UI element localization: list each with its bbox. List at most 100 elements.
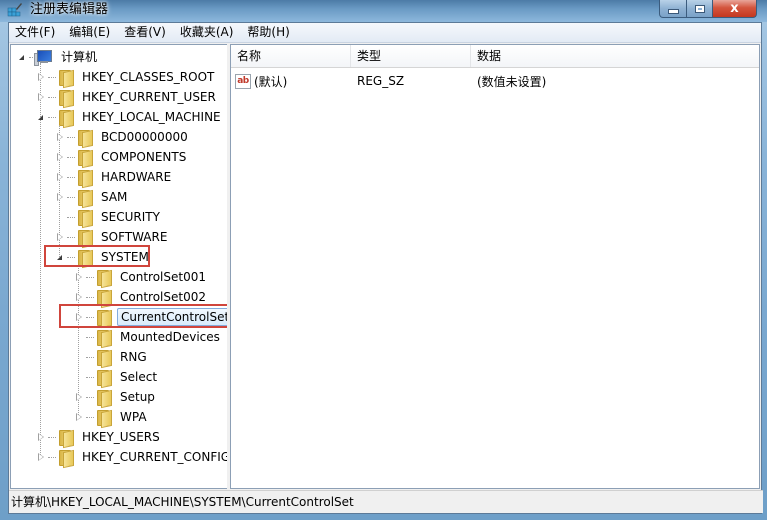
menu-help[interactable]: 帮助(H) [240, 23, 296, 42]
folder-icon [95, 269, 112, 289]
collapsed-arrow-icon [75, 412, 82, 422]
tree-connector [86, 416, 94, 418]
folder-icon [76, 169, 93, 189]
close-button[interactable]: x [713, 0, 757, 18]
menu-file[interactable]: 文件(F) [9, 23, 62, 42]
tree-node-label: SAM [101, 190, 128, 204]
expand-toggle [74, 333, 83, 342]
folder-icon [57, 449, 74, 469]
folder-icon [95, 329, 112, 349]
tree-connector [67, 136, 75, 138]
client-area: 文件(F) 编辑(E) 查看(V) 收藏夹(A) 帮助(H) 计算机 HKEY_C… [8, 22, 763, 514]
tree-node[interactable]: HKEY_LOCAL_MACHINE [36, 107, 224, 129]
tree-node-label: HARDWARE [101, 170, 172, 184]
minimize-button[interactable] [659, 0, 687, 18]
expand-toggle [55, 213, 64, 222]
value-name-cell: ab (默认) [231, 73, 351, 90]
menu-edit[interactable]: 编辑(E) [62, 23, 117, 42]
folder-icon [76, 149, 93, 169]
expand-toggle[interactable] [74, 272, 83, 282]
tree-connector [29, 56, 33, 58]
expanded-arrow-icon [38, 114, 43, 120]
folder-icon [76, 189, 93, 209]
tree-connector [67, 216, 75, 218]
tree-node[interactable]: HKEY_CURRENT_CONFIG [36, 447, 227, 469]
tree-node-label: HKEY_CLASSES_ROOT [82, 70, 215, 84]
values-list[interactable]: 名称 类型 数据 ab (默认) REG_SZ (数值未设置) [230, 44, 760, 489]
registry-tree[interactable]: 计算机 HKEY_CLASSES_ROOT HKEY_CURRENT_USER HKE… [10, 44, 228, 489]
tree-node-label: MountedDevices [120, 330, 220, 344]
tree-node-label: Setup [120, 390, 155, 404]
minimize-icon [667, 9, 679, 14]
tree-node[interactable]: HKEY_CLASSES_ROOT [36, 67, 217, 89]
column-header-name[interactable]: 名称 [231, 45, 351, 67]
column-header-type[interactable]: 类型 [351, 45, 471, 67]
list-header: 名称 类型 数据 [231, 45, 759, 68]
tree-node[interactable]: SOFTWARE [55, 227, 170, 249]
tree-node[interactable]: SAM [55, 187, 130, 209]
tree-node[interactable]: HKEY_CURRENT_USER [36, 87, 219, 109]
window-title: 注册表编辑器 [30, 2, 109, 17]
folder-icon [76, 209, 93, 229]
expand-toggle[interactable] [74, 292, 83, 302]
expand-toggle[interactable] [17, 53, 26, 62]
tree-node[interactable]: Setup [74, 387, 158, 409]
tree-node-computer[interactable]: 计算机 [17, 47, 100, 67]
expand-toggle[interactable] [55, 152, 64, 162]
value-row[interactable]: ab (默认) REG_SZ (数值未设置) [231, 72, 759, 90]
expand-toggle[interactable] [36, 452, 45, 462]
tree-node[interactable]: HKEY_USERS [36, 427, 163, 449]
menu-favorites[interactable]: 收藏夹(A) [173, 23, 241, 42]
expand-toggle[interactable] [36, 92, 45, 102]
expand-toggle[interactable] [55, 232, 64, 242]
expand-toggle[interactable] [55, 192, 64, 202]
expand-toggle[interactable] [36, 72, 45, 82]
expand-toggle[interactable] [74, 412, 83, 422]
title-bar[interactable]: 注册表编辑器 x [0, 0, 767, 22]
tree-node[interactable]: MountedDevices [74, 327, 223, 349]
tree-connector [67, 176, 75, 178]
collapsed-arrow-icon [75, 392, 82, 402]
expand-toggle[interactable] [74, 392, 83, 402]
tree-node[interactable]: WPA [74, 407, 150, 429]
collapsed-arrow-icon [75, 292, 82, 302]
tree-node[interactable]: Select [74, 367, 160, 389]
expand-toggle[interactable] [36, 113, 45, 122]
maximize-icon [694, 4, 705, 13]
folder-icon [95, 369, 112, 389]
value-name: (默认) [254, 74, 288, 89]
value-type: REG_SZ [357, 74, 405, 88]
folder-icon [95, 389, 112, 409]
close-icon: x [730, 1, 739, 16]
menu-view[interactable]: 查看(V) [117, 23, 173, 42]
folder-icon [57, 429, 74, 449]
expand-toggle [74, 353, 83, 362]
maximize-button[interactable] [687, 0, 713, 18]
tree-node[interactable]: HARDWARE [55, 167, 174, 189]
regedit-window: 注册表编辑器 x 文件(F) 编辑(E) 查看(V) 收藏夹(A) 帮助(H) … [0, 0, 767, 520]
folder-icon [57, 109, 74, 129]
tree-node[interactable]: ControlSet001 [74, 267, 209, 289]
tree-node[interactable]: COMPONENTS [55, 147, 189, 169]
tree-connector [48, 76, 56, 78]
collapsed-arrow-icon [75, 272, 82, 282]
tree-connector [86, 356, 94, 358]
collapsed-arrow-icon [37, 72, 44, 82]
tree-node[interactable]: SECURITY [55, 207, 163, 229]
tree-node-label: HKEY_USERS [82, 430, 160, 444]
annotation-highlight-box [44, 245, 150, 267]
status-bar-path: 计算机\HKEY_LOCAL_MACHINE\SYSTEM\CurrentCon… [9, 490, 763, 513]
expand-toggle[interactable] [36, 432, 45, 442]
tree-connector [48, 456, 56, 458]
column-header-data[interactable]: 数据 [471, 45, 759, 67]
expand-toggle[interactable] [55, 132, 64, 142]
annotation-highlight-box [59, 304, 227, 328]
tree-node[interactable]: RNG [74, 347, 150, 369]
tree-node[interactable]: BCD00000000 [55, 127, 191, 149]
tree-connector [86, 276, 94, 278]
tree-node-label: HKEY_LOCAL_MACHINE [82, 110, 221, 124]
collapsed-arrow-icon [56, 172, 63, 182]
collapsed-arrow-icon [56, 192, 63, 202]
computer-icon [34, 49, 52, 66]
expand-toggle[interactable] [55, 172, 64, 182]
